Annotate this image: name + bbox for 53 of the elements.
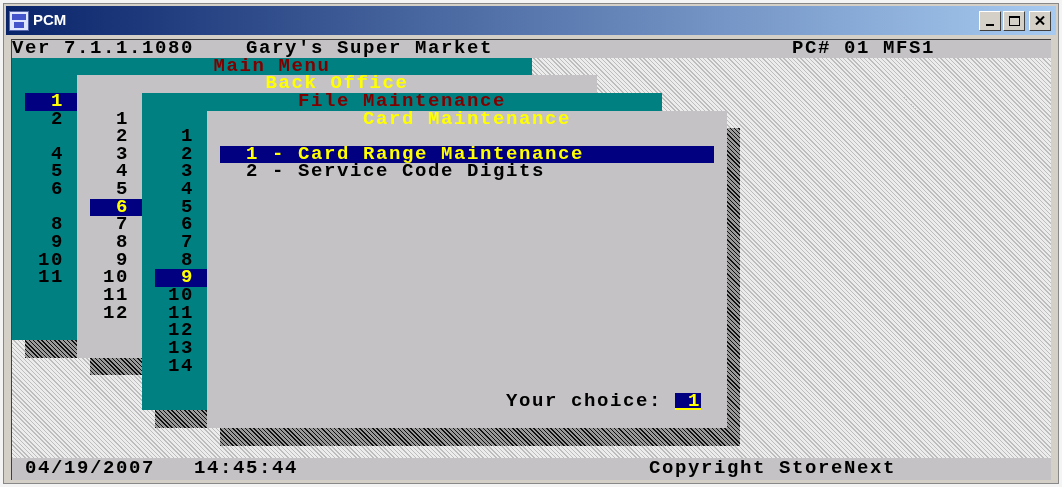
menu-item[interactable]: 6 (155, 216, 207, 234)
prompt-label: Your choice: (506, 392, 663, 411)
menu-item[interactable]: 8 (155, 251, 207, 270)
menu-item[interactable]: 3 (90, 145, 142, 164)
maximize-button[interactable] (1003, 10, 1025, 31)
menu-item[interactable]: 9 (90, 251, 142, 270)
menu-item[interactable]: 9 (155, 269, 207, 287)
menu-item[interactable]: 2 (90, 128, 142, 146)
menu-item[interactable]: 12 (155, 322, 207, 340)
menu-item[interactable]: 9 (25, 234, 77, 252)
app-icon (9, 10, 29, 31)
menu-item[interactable]: 1 (155, 128, 207, 146)
menu-item[interactable]: 5 (25, 163, 77, 182)
menu-item[interactable]: 8 (90, 234, 142, 252)
menu-title: File Maintenance (298, 92, 506, 111)
menu-item[interactable]: 2 (25, 110, 77, 129)
menu-item[interactable]: 1 (90, 110, 142, 129)
version-text: Ver 7.1.1.1080 (12, 40, 196, 58)
time-text: 14:45:44 (194, 460, 299, 478)
menu-item[interactable]: 4 (25, 145, 77, 164)
menu-item[interactable]: 8 (25, 216, 77, 234)
menu-item[interactable]: 10 (25, 251, 77, 270)
menu-item[interactable]: 11 (25, 269, 77, 287)
menu-item[interactable]: 5 (90, 181, 142, 199)
maximize-icon (1008, 15, 1020, 26)
menu-title: Main Menu (213, 57, 331, 76)
menu-item[interactable]: 10 (155, 286, 207, 305)
menu-item[interactable]: 11 (90, 286, 142, 305)
menu-item[interactable]: 11 (155, 304, 207, 323)
menu-title: Card Maintenance (363, 110, 571, 129)
minimize-icon (986, 23, 994, 26)
close-icon (1035, 16, 1045, 25)
date-text: 04/19/2007 (25, 460, 157, 478)
window-title: PCM (33, 10, 67, 31)
menu-item[interactable]: 14 (155, 357, 207, 376)
minimize-button[interactable] (979, 10, 1001, 31)
close-button[interactable] (1029, 10, 1051, 31)
menu-item[interactable]: 6 (25, 181, 77, 199)
menu-item[interactable]: 4 (155, 181, 207, 199)
menu-item[interactable]: 12 (90, 304, 142, 323)
menu-item[interactable]: 7 (90, 216, 142, 234)
menu-item[interactable]: 10 (90, 269, 142, 287)
copyright-text: Copyright StoreNext (649, 460, 897, 478)
menu-item[interactable]: 4 (90, 163, 142, 182)
menu-item[interactable]: 13 (155, 339, 207, 358)
menu-item[interactable]: 5 (155, 198, 207, 217)
menu-item[interactable]: 3 (155, 163, 207, 182)
menu-item[interactable]: 2 - Service Code Digits (220, 163, 714, 182)
terminal-id: PC# 01 MFS1 (792, 40, 936, 58)
menu-item[interactable]: 2 (155, 145, 207, 164)
menu-title: Back Office (265, 75, 409, 93)
store-name: Gary's Super Market (246, 40, 495, 58)
menu-item[interactable]: 7 (155, 234, 207, 252)
